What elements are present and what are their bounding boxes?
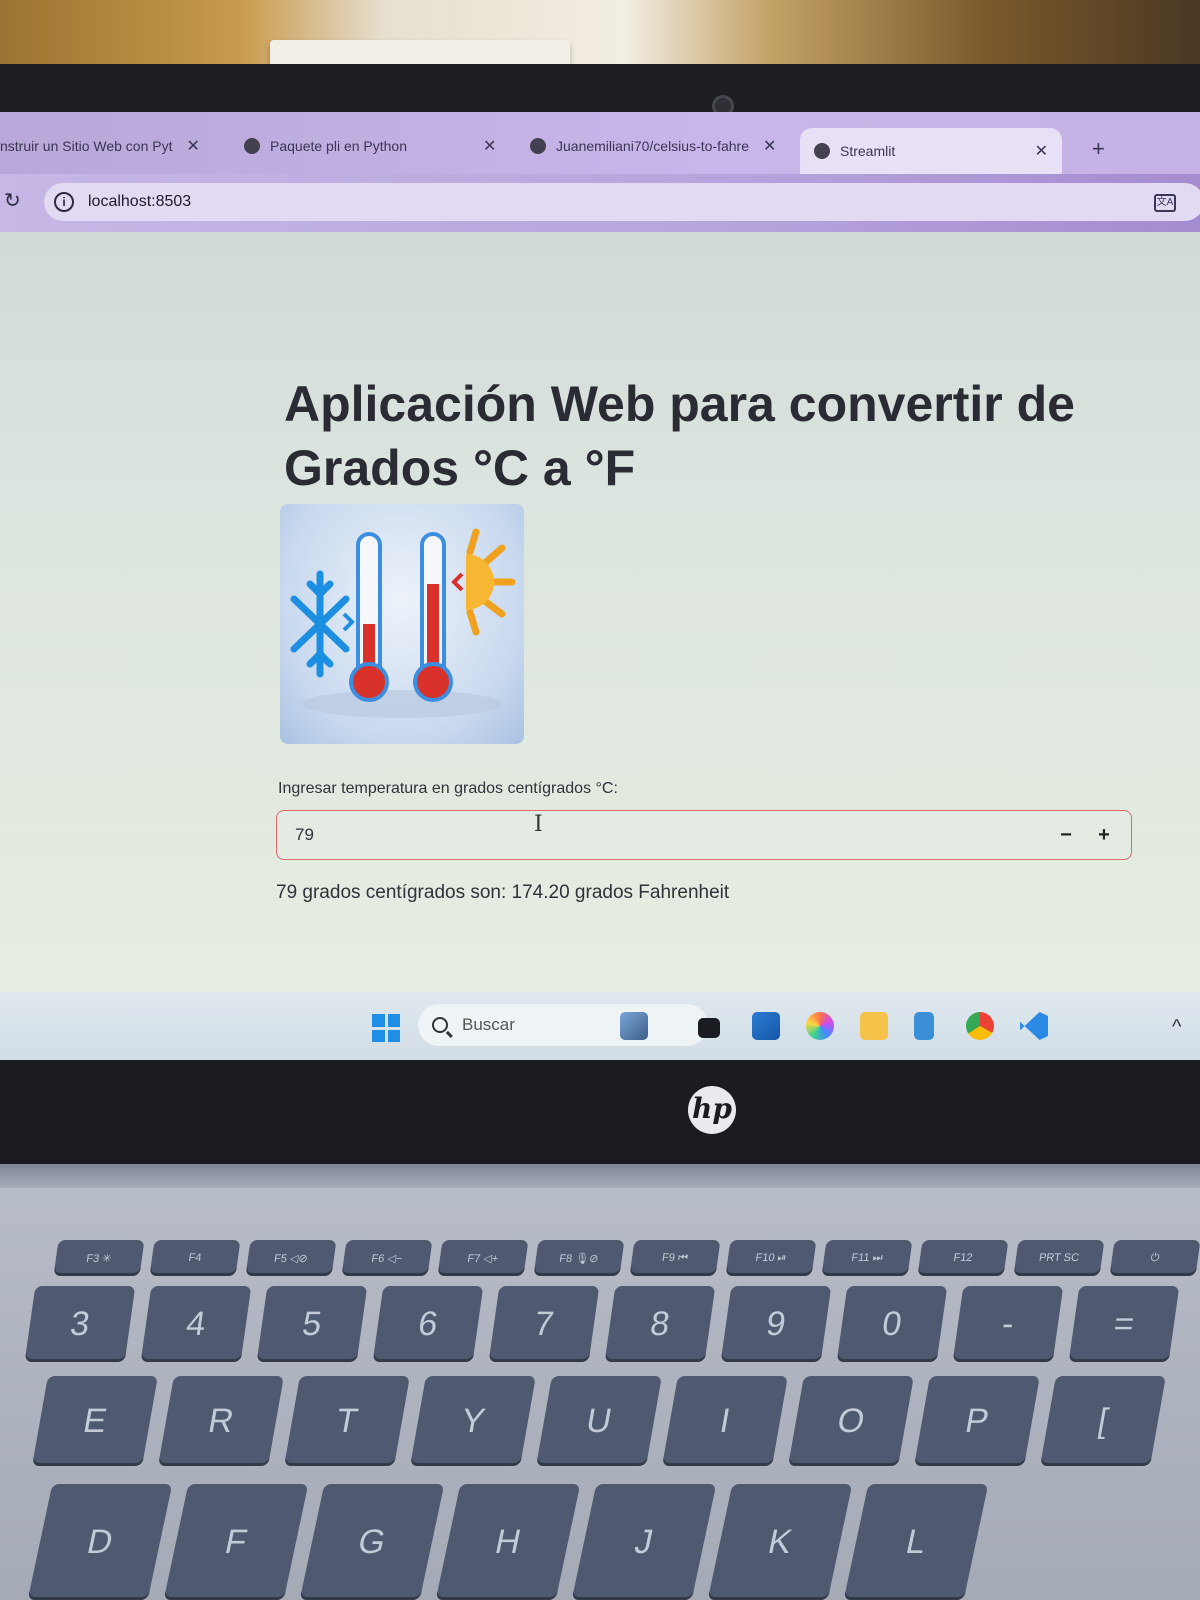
letter-key[interactable]: F (163, 1484, 309, 1600)
conversion-result: 79 grados centígrados son: 174.20 grados… (276, 882, 730, 903)
tab-favicon-icon (244, 138, 260, 154)
function-key[interactable]: F3 ✳ (53, 1240, 145, 1276)
taskbar-search-placeholder: Buscar (462, 1015, 515, 1034)
hinge (0, 1164, 1200, 1188)
temperature-input-value[interactable]: 79 (295, 825, 1047, 845)
url-text: localhost:8503 (88, 193, 192, 210)
search-icon (432, 1017, 448, 1033)
tab-3[interactable]: Juanemiliani70/celsius-to-fahre ✕ (530, 126, 776, 166)
tab-streamlit[interactable]: Streamlit ✕ (800, 128, 1062, 174)
letter-key[interactable]: [ (1040, 1376, 1166, 1466)
number-key[interactable]: 3 (24, 1286, 136, 1362)
letter-key[interactable]: D (27, 1484, 173, 1600)
letter-key[interactable]: J (571, 1484, 717, 1600)
letter-key[interactable]: K (707, 1484, 853, 1600)
tab-2[interactable]: Paquete pli en Python ✕ (244, 126, 496, 166)
tab-title: Paquete pli en Python (270, 138, 407, 154)
new-tab-button[interactable]: + (1092, 136, 1105, 162)
browser-tab-bar: nstruir un Sitio Web con Pyt ✕ Paquete p… (0, 112, 1200, 174)
function-key[interactable]: F7 ◁+ (437, 1240, 529, 1276)
function-key[interactable]: F10 ⏯ (725, 1240, 817, 1276)
number-key[interactable]: 7 (488, 1286, 600, 1362)
info-icon[interactable]: i (54, 192, 74, 212)
temperature-input-label: Ingresar temperatura en grados centígrad… (278, 780, 618, 797)
github-icon (530, 138, 546, 154)
number-key[interactable]: 4 (140, 1286, 252, 1362)
tab-1[interactable]: nstruir un Sitio Web con Pyt ✕ (0, 126, 200, 166)
vscode-icon[interactable] (1020, 1012, 1048, 1040)
letter-key[interactable]: U (536, 1376, 662, 1466)
number-key[interactable]: - (952, 1286, 1064, 1362)
increment-button[interactable]: + (1085, 811, 1123, 859)
decrement-button[interactable]: − (1047, 811, 1085, 859)
number-key[interactable]: 0 (836, 1286, 948, 1362)
tab-title: Juanemiliani70/celsius-to-fahre (556, 138, 749, 154)
taskbar-search[interactable]: Buscar (418, 1004, 708, 1046)
chevron-up-icon[interactable]: ^ (1172, 1016, 1181, 1039)
letter-key[interactable]: L (843, 1484, 989, 1600)
tab-title: nstruir un Sitio Web con Pyt (0, 138, 173, 154)
reload-icon[interactable]: ↻ (4, 188, 21, 213)
widgets-icon[interactable] (620, 1012, 648, 1040)
tab-title: Streamlit (840, 143, 896, 159)
laptop-chin (0, 1060, 1200, 1164)
letter-key[interactable]: H (435, 1484, 581, 1600)
thermometer-image (280, 504, 524, 744)
function-key[interactable]: F8 🎙⊘ (533, 1240, 625, 1276)
function-key[interactable]: F6 ◁− (341, 1240, 433, 1276)
windows-start-icon[interactable] (372, 1014, 400, 1042)
page-title: Aplicación Web para convertir de Grados … (284, 376, 1075, 496)
translate-icon[interactable]: 文A (1154, 194, 1176, 212)
letter-key[interactable]: Y (410, 1376, 536, 1466)
letter-key[interactable]: I (662, 1376, 788, 1466)
letter-key[interactable]: T (284, 1376, 410, 1466)
snowflake-icon (290, 570, 350, 678)
close-icon[interactable]: ✕ (763, 136, 776, 156)
text-cursor-icon: I (534, 812, 543, 837)
task-view-icon[interactable] (698, 1018, 720, 1038)
streamlit-app: Aplicación Web para convertir de Grados … (0, 232, 1200, 992)
store-icon[interactable] (752, 1012, 780, 1040)
number-key[interactable]: 9 (720, 1286, 832, 1362)
letter-key[interactable]: O (788, 1376, 914, 1466)
function-key[interactable]: F9 ⏮ (629, 1240, 721, 1276)
number-key[interactable]: 6 (372, 1286, 484, 1362)
function-key[interactable]: F4 (149, 1240, 241, 1276)
file-explorer-icon[interactable] (860, 1012, 888, 1040)
function-key[interactable]: PRT SC (1013, 1240, 1105, 1276)
hp-logo: hp (688, 1086, 736, 1134)
number-key[interactable]: 8 (604, 1286, 716, 1362)
address-bar-row: ↻ i localhost:8503 文A (0, 174, 1200, 232)
keyboard-deck: F3 ✳ F4 F5 ◁⊘ F6 ◁− F7 ◁+ F8 🎙⊘ F9 ⏮ F10 ⏯ F11 ⏭… (0, 1188, 1200, 1600)
copilot-icon[interactable] (806, 1012, 834, 1040)
temperature-number-input[interactable]: 79 − + (276, 810, 1132, 860)
number-key[interactable]: 5 (256, 1286, 368, 1362)
close-icon[interactable]: ✕ (1035, 141, 1048, 161)
close-icon[interactable]: ✕ (483, 136, 496, 156)
function-key[interactable]: F5 ◁⊘ (245, 1240, 337, 1276)
close-icon[interactable]: ✕ (186, 136, 199, 156)
letter-key[interactable]: E (32, 1376, 158, 1466)
laptop-screen: nstruir un Sitio Web con Pyt ✕ Paquete p… (0, 112, 1200, 1060)
letter-key[interactable]: R (158, 1376, 284, 1466)
function-key[interactable]: F12 (917, 1240, 1009, 1276)
letter-key[interactable]: P (914, 1376, 1040, 1466)
notepad-icon[interactable] (914, 1012, 934, 1040)
number-key[interactable]: = (1068, 1286, 1180, 1362)
function-key[interactable]: ⏻ (1109, 1240, 1200, 1276)
function-key[interactable]: F11 ⏭ (821, 1240, 913, 1276)
windows-taskbar: Buscar ^ (0, 992, 1200, 1060)
letter-key[interactable]: G (299, 1484, 445, 1600)
chrome-icon[interactable] (966, 1012, 994, 1040)
address-bar[interactable]: i localhost:8503 (44, 183, 1200, 221)
streamlit-icon (814, 143, 830, 159)
